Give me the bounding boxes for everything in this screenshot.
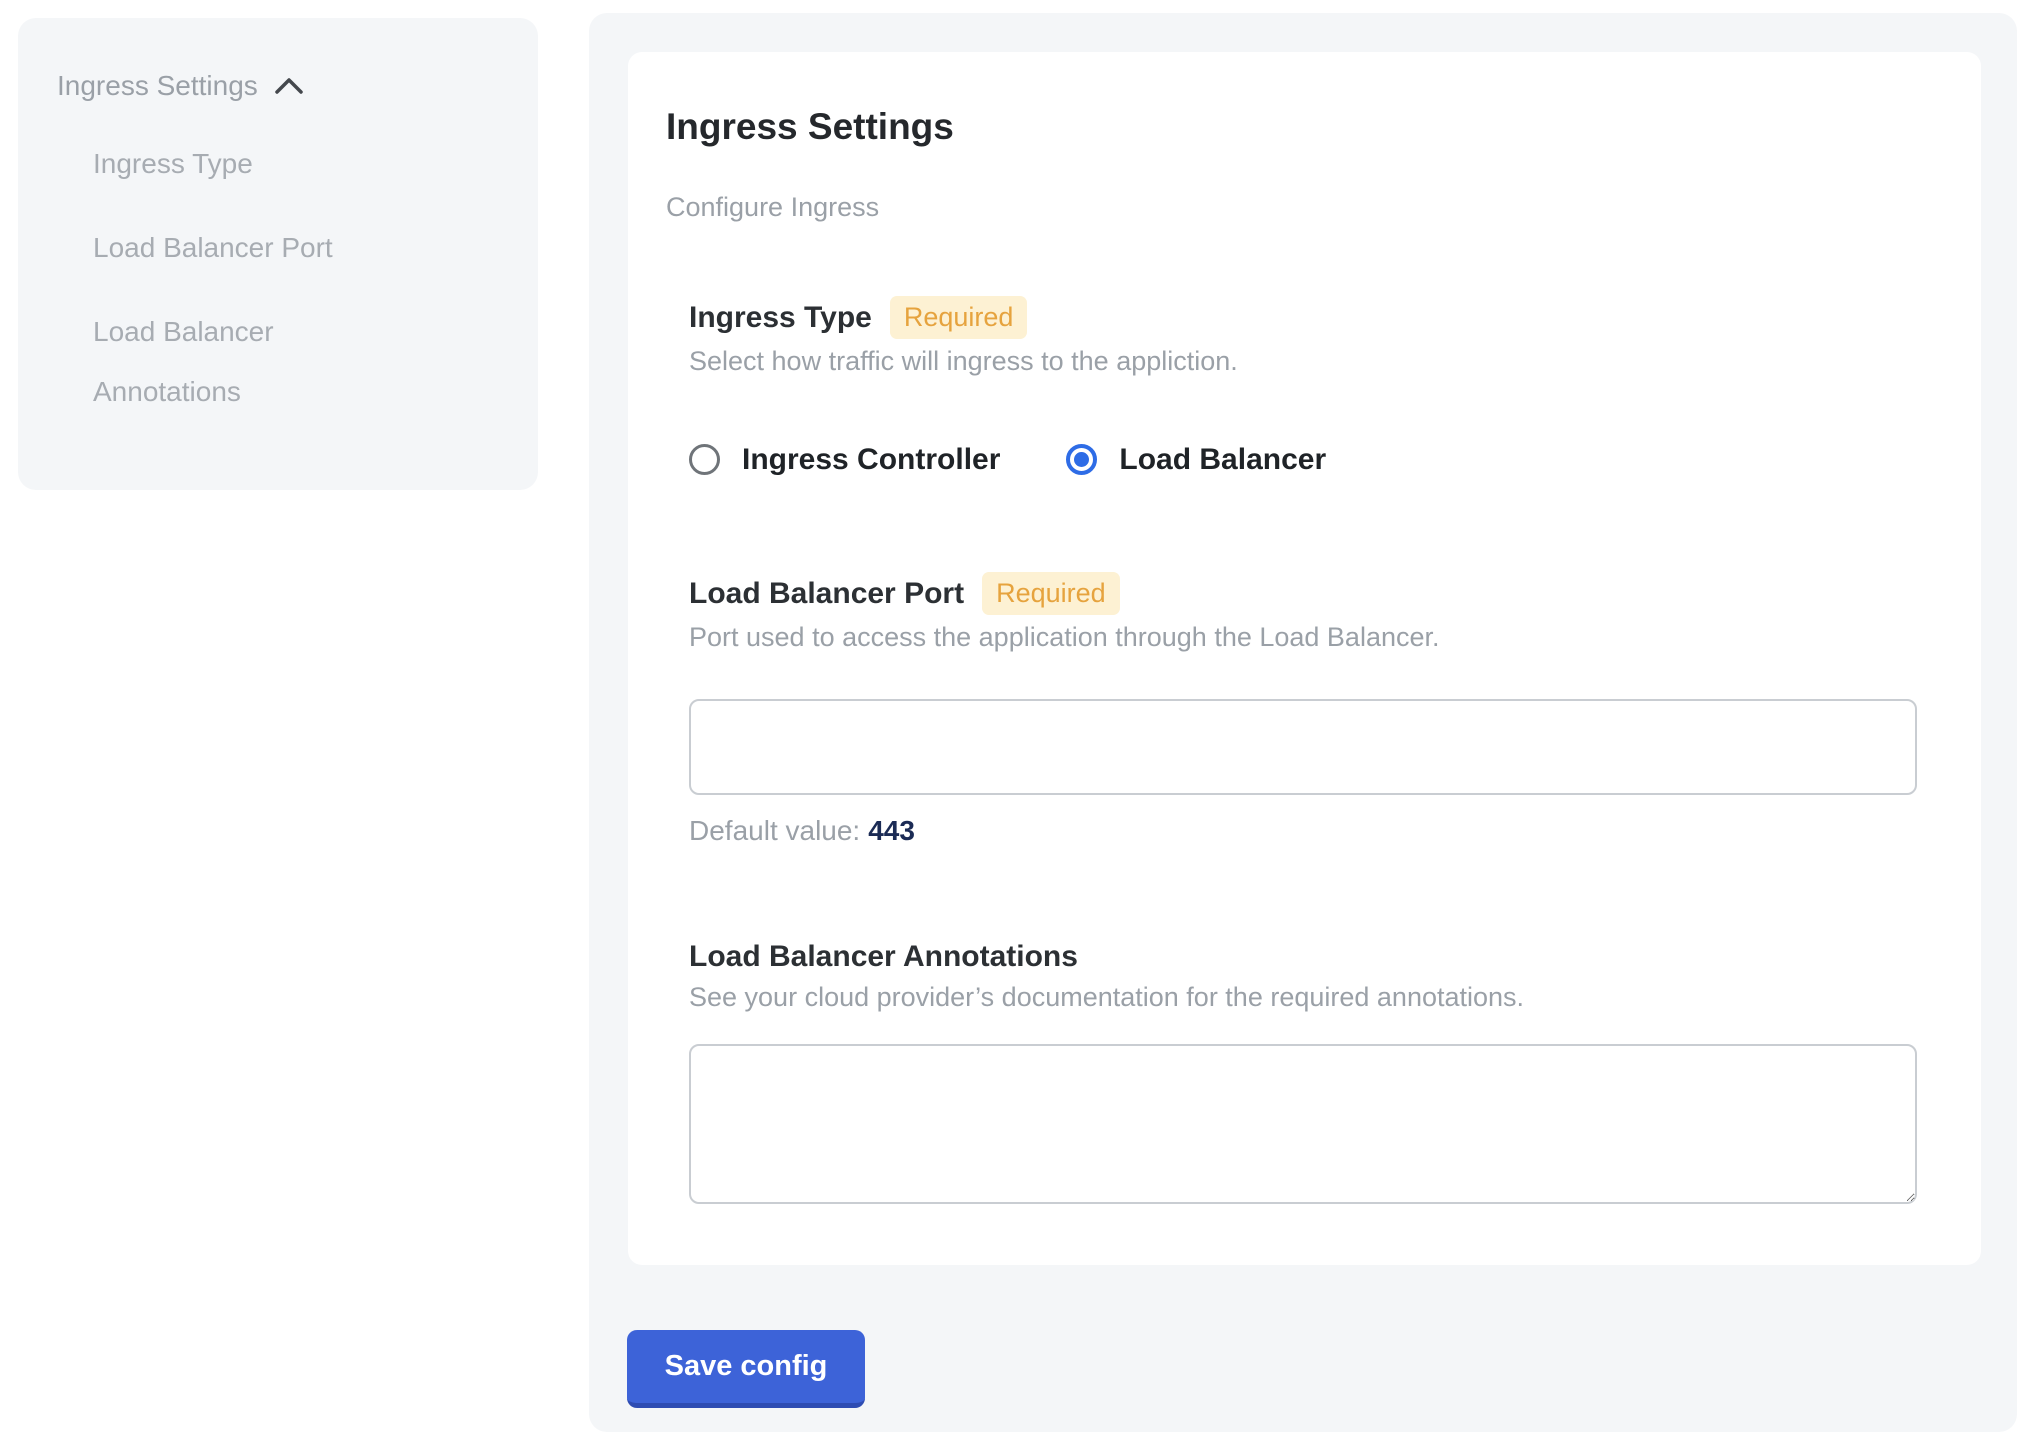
- radio-load-balancer[interactable]: [1066, 444, 1097, 475]
- ingress-settings-card: Ingress Settings Configure Ingress Ingre…: [628, 52, 1981, 1265]
- sidebar-item-list: Ingress Type Load Balancer Port Load Bal…: [93, 134, 510, 422]
- load-balancer-port-input[interactable]: [689, 699, 1917, 795]
- field-label: Load Balancer Annotations: [689, 938, 1078, 975]
- page-title: Ingress Settings: [666, 104, 1917, 150]
- field-load-balancer-port: Load Balancer Port Required Port used to…: [689, 572, 1917, 848]
- save-config-button[interactable]: Save config: [627, 1330, 865, 1408]
- field-label-row: Load Balancer Annotations: [689, 938, 1917, 975]
- field-load-balancer-annotations: Load Balancer Annotations See your cloud…: [689, 938, 1917, 1204]
- required-badge: Required: [890, 296, 1028, 339]
- field-description: See your cloud provider’s documentation …: [689, 981, 1917, 1014]
- field-label: Load Balancer Port: [689, 575, 964, 612]
- default-value-label: Default value:: [689, 815, 860, 846]
- field-description: Port used to access the application thro…: [689, 621, 1917, 654]
- radio-label[interactable]: Load Balancer: [1119, 441, 1326, 478]
- ingress-type-radio-group: Ingress Controller Load Balancer: [689, 441, 1917, 478]
- radio-option-ingress-controller[interactable]: Ingress Controller: [689, 441, 1000, 478]
- required-badge: Required: [982, 572, 1120, 615]
- chevron-up-icon: [274, 76, 304, 96]
- radio-ingress-controller[interactable]: [689, 444, 720, 475]
- sidebar-item-load-balancer-annotations[interactable]: Load Balancer Annotations: [93, 302, 405, 422]
- page-subtitle: Configure Ingress: [666, 191, 1917, 224]
- radio-option-load-balancer[interactable]: Load Balancer: [1066, 441, 1326, 478]
- ingress-settings-panel: Ingress Settings Configure Ingress Ingre…: [589, 13, 2017, 1432]
- field-label-row: Load Balancer Port Required: [689, 572, 1917, 615]
- radio-label[interactable]: Ingress Controller: [742, 441, 1000, 478]
- sidebar-item-ingress-type[interactable]: Ingress Type: [93, 134, 405, 194]
- field-label: Ingress Type: [689, 299, 872, 336]
- default-value: 443: [868, 815, 915, 846]
- field-description: Select how traffic will ingress to the a…: [689, 345, 1917, 378]
- load-balancer-annotations-textarea[interactable]: [689, 1044, 1917, 1204]
- sidebar-item-load-balancer-port[interactable]: Load Balancer Port: [93, 218, 405, 278]
- sidebar-section-label: Ingress Settings: [57, 68, 258, 104]
- default-value-line: Default value: 443: [689, 814, 1917, 848]
- form-fields: Ingress Type Required Select how traffic…: [689, 296, 1917, 1204]
- field-ingress-type: Ingress Type Required Select how traffic…: [689, 296, 1917, 478]
- sidebar-section-ingress-settings[interactable]: Ingress Settings: [57, 68, 510, 104]
- settings-nav-card: Ingress Settings Ingress Type Load Balan…: [18, 18, 538, 490]
- field-label-row: Ingress Type Required: [689, 296, 1917, 339]
